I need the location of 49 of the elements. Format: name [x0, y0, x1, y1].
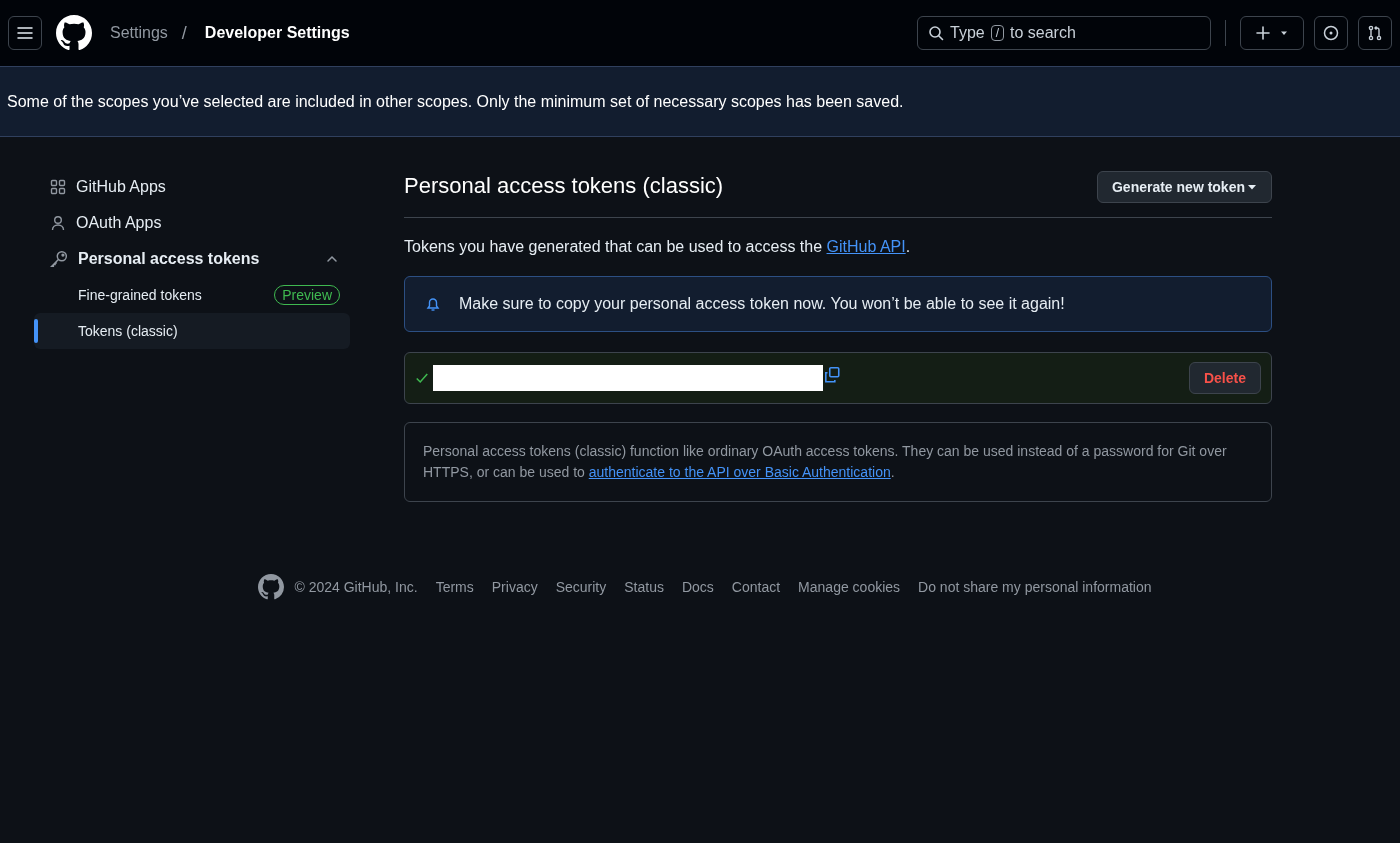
- bell-icon: [425, 296, 441, 312]
- page-title: Personal access tokens (classic): [404, 173, 724, 199]
- search-icon: [928, 25, 944, 41]
- sidebar-item[interactable]: GitHub Apps: [34, 169, 350, 205]
- copy-icon[interactable]: [823, 366, 841, 384]
- octocat-logo-icon[interactable]: [56, 15, 92, 51]
- breadcrumb-link[interactable]: Developer Settings: [204, 24, 350, 42]
- intro-text: Tokens you have generated that can be used to access the GitHub API.: [404, 238, 912, 256]
- check-icon: [415, 371, 429, 385]
- footer-link[interactable]: Terms: [435, 579, 474, 595]
- footer-link[interactable]: Do not share my personal information: [918, 579, 1152, 595]
- key-icon: [50, 250, 68, 268]
- sidebar-subitem[interactable]: Fine-grained tokens Preview: [34, 277, 350, 313]
- issues-button[interactable]: [1314, 16, 1348, 50]
- footer-link[interactable]: Docs: [681, 579, 714, 595]
- search-field[interactable]: Type / to search: [917, 16, 1211, 50]
- create-button[interactable]: [1240, 16, 1304, 50]
- footer-link[interactable]: Security: [555, 579, 607, 595]
- flash-text: Make sure to copy your personal access token now. You won’t be able to see it again!: [459, 295, 1065, 313]
- breadcrumb-separator: /: [181, 22, 187, 44]
- generate-token-button[interactable]: Generate new token: [1096, 171, 1272, 203]
- sidebar-item[interactable]: OAuth Apps: [34, 205, 350, 241]
- pull-requests-button[interactable]: [1358, 16, 1392, 50]
- footer-link[interactable]: Status: [624, 579, 664, 595]
- grid-icon: [50, 179, 66, 195]
- copyright-text: © 2024 GitHub, Inc.: [294, 579, 418, 595]
- chevron-up-icon: [326, 253, 338, 265]
- menu-button[interactable]: [8, 16, 42, 50]
- footer-link[interactable]: Contact: [731, 579, 781, 595]
- issue-icon: [1323, 25, 1339, 41]
- person-icon: [50, 215, 66, 231]
- sidebar-subitem[interactable]: Tokens (classic): [34, 313, 350, 349]
- menu-icon: [17, 25, 33, 41]
- search-hint: to search: [1010, 24, 1076, 42]
- github-api-link[interactable]: GitHub API: [826, 238, 906, 255]
- keyboard-key: /: [990, 25, 1005, 41]
- basic-auth-link[interactable]: authenticate to the API over Basic Authentication: [588, 464, 891, 480]
- delete-button[interactable]: Delete: [1188, 362, 1261, 394]
- breadcrumb-link[interactable]: Settings: [110, 24, 168, 42]
- plus-icon: [1255, 25, 1271, 41]
- octocat-logo-icon[interactable]: [258, 574, 285, 600]
- pull-request-icon: [1367, 25, 1383, 41]
- footer-link[interactable]: Manage cookies: [798, 579, 901, 595]
- search-hint: Type: [950, 24, 985, 42]
- caret-icon: [1247, 182, 1257, 192]
- footer-link[interactable]: Privacy: [491, 579, 538, 595]
- info-text: Personal access tokens (classic) function like ordinary OAuth access tokens. They can be used instead of a password for Git over HTTPS, or can be used to authenticate to the API over Basic Authentication.: [423, 442, 1228, 482]
- sidebar-item[interactable]: Personal access tokens: [34, 241, 350, 277]
- banner-text: Some of the scopes you’ve selected are included in other scopes. Only the minimum set of necessary scopes has been saved.: [7, 92, 904, 111]
